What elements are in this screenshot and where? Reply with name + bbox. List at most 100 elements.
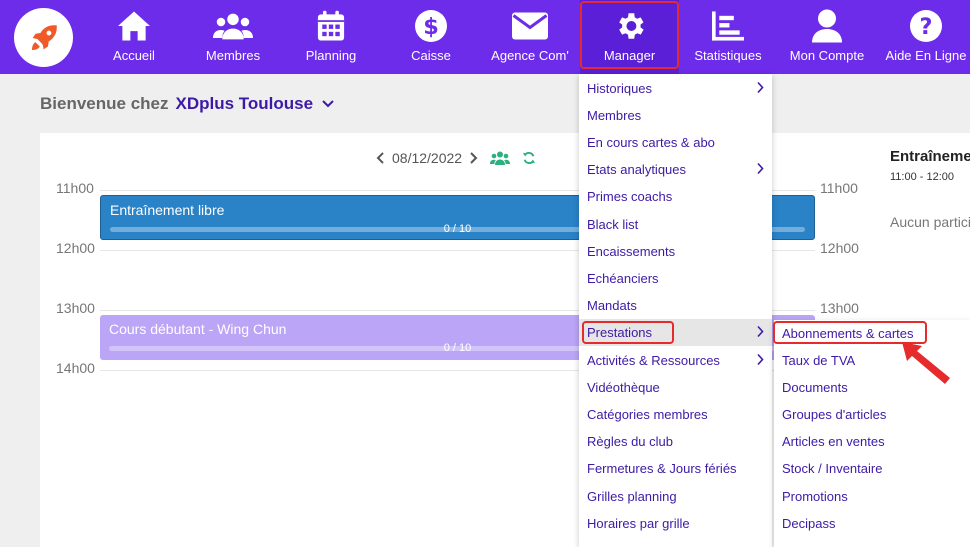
refresh-icon[interactable] bbox=[522, 151, 536, 165]
red-arrow-annotation-icon bbox=[902, 342, 950, 384]
menu-item-historiques[interactable]: Historiques bbox=[579, 75, 772, 102]
manager-highlight-box bbox=[580, 1, 679, 69]
nav-planning[interactable]: Planning bbox=[300, 0, 362, 74]
submenu-item-label: Promotions bbox=[782, 489, 848, 504]
time-label: 14h00 bbox=[56, 360, 95, 376]
calendar-icon bbox=[311, 6, 351, 46]
menu-item-label: Règles du club bbox=[587, 434, 673, 449]
menu-item-label: Membres bbox=[587, 108, 642, 123]
nav-label: Statistiques bbox=[694, 48, 762, 63]
menu-item-black-list[interactable]: Black list bbox=[579, 211, 772, 238]
top-navigation: Accueil Membres Planning $ Caisse Agence… bbox=[0, 0, 970, 74]
chevron-right-icon bbox=[757, 162, 764, 175]
nav-membres[interactable]: Membres bbox=[198, 0, 268, 74]
time-label: 11h00 bbox=[820, 180, 858, 196]
menu-item-mandats[interactable]: Mandats bbox=[579, 292, 772, 319]
menu-item-activites-ressources[interactable]: Activités & Ressources bbox=[579, 347, 772, 374]
menu-item-label: Vidéothèque bbox=[587, 380, 660, 395]
nav-label: Planning bbox=[305, 48, 357, 63]
members-icon bbox=[213, 6, 253, 46]
chevron-down-icon[interactable] bbox=[321, 99, 335, 109]
nav-label: Aide En Ligne bbox=[885, 48, 967, 63]
submenu-item-label: Taux de TVA bbox=[782, 353, 856, 368]
menu-item-encaissements[interactable]: Encaissements bbox=[579, 238, 772, 265]
submenu-item-label: Documents bbox=[782, 380, 848, 395]
time-label: 13h00 bbox=[56, 300, 95, 316]
chevron-right-icon[interactable] bbox=[468, 151, 478, 165]
menu-item-label: Echéanciers bbox=[587, 271, 659, 286]
submenu-item-articles-en-ventes[interactable]: Articles en ventes bbox=[774, 428, 970, 455]
nav-aide-en-ligne[interactable]: ? Aide En Ligne bbox=[885, 0, 967, 74]
user-icon bbox=[807, 6, 847, 46]
nav-caisse[interactable]: $ Caisse bbox=[400, 0, 462, 74]
submenu-item-stock-inventaire[interactable]: Stock / Inventaire bbox=[774, 455, 970, 482]
submenu-item-decipass[interactable]: Decipass bbox=[774, 510, 970, 537]
time-label: 13h00 bbox=[820, 300, 859, 316]
rocket-icon bbox=[31, 24, 57, 50]
chevron-left-icon[interactable] bbox=[376, 151, 386, 165]
time-label: 11h00 bbox=[56, 180, 94, 196]
menu-item-horaires-par-grille[interactable]: Horaires par grille bbox=[579, 510, 772, 537]
menu-item-label: Grilles planning bbox=[587, 489, 677, 504]
menu-item-echeanciers[interactable]: Echéanciers bbox=[579, 265, 772, 292]
help-icon: ? bbox=[906, 6, 946, 46]
side-event-title: Entraînement bbox=[890, 148, 970, 165]
menu-item-videotheque[interactable]: Vidéothèque bbox=[579, 374, 772, 401]
chevron-right-icon bbox=[757, 325, 764, 338]
group-icon[interactable] bbox=[490, 151, 511, 165]
chart-icon bbox=[708, 6, 748, 46]
club-selector[interactable]: XDplus Toulouse bbox=[176, 94, 314, 114]
menu-item-label: Etats analytiques bbox=[587, 162, 687, 177]
svg-text:?: ? bbox=[920, 14, 933, 40]
menu-item-label: Activités & Ressources bbox=[587, 353, 720, 368]
menu-item-label: Catégories membres bbox=[587, 407, 708, 422]
submenu-item-label: Groupes d'articles bbox=[782, 407, 887, 422]
menu-item-membres[interactable]: Membres bbox=[579, 102, 772, 129]
menu-item-label: En cours cartes & abo bbox=[587, 135, 715, 150]
prestations-highlight-box bbox=[582, 321, 674, 344]
nav-agence-com[interactable]: Agence Com' bbox=[487, 0, 573, 74]
menu-item-label: Horaires par grille bbox=[587, 516, 690, 531]
nav-label: Membres bbox=[205, 48, 261, 63]
svg-text:$: $ bbox=[423, 14, 439, 40]
time-label: 12h00 bbox=[820, 240, 859, 256]
nav-label: Mon Compte bbox=[789, 48, 865, 63]
menu-item-label: Primes coachs bbox=[587, 189, 673, 204]
chevron-right-icon bbox=[757, 81, 764, 94]
dollar-icon: $ bbox=[411, 6, 451, 46]
menu-item-regles-du-club[interactable]: Règles du club bbox=[579, 428, 772, 455]
time-label: 12h00 bbox=[56, 240, 95, 256]
date-navigator: 08/12/2022 bbox=[376, 150, 536, 166]
logo[interactable] bbox=[14, 8, 73, 67]
side-no-participant: Aucun participant bbox=[890, 214, 970, 230]
current-date[interactable]: 08/12/2022 bbox=[392, 150, 462, 166]
manager-dropdown-menu: Historiques Membres En cours cartes & ab… bbox=[579, 74, 772, 547]
nav-statistiques[interactable]: Statistiques bbox=[692, 0, 764, 74]
home-icon bbox=[114, 6, 154, 46]
menu-item-categories-membres[interactable]: Catégories membres bbox=[579, 401, 772, 428]
menu-item-grilles-planning[interactable]: Grilles planning bbox=[579, 483, 772, 510]
menu-item-fermetures[interactable]: Fermetures & Jours fériés bbox=[579, 455, 772, 482]
event-title: Entraînement libre bbox=[110, 202, 225, 218]
nav-mon-compte[interactable]: Mon Compte bbox=[788, 0, 866, 74]
nav-label: Caisse bbox=[411, 48, 451, 63]
menu-item-etats-analytiques[interactable]: Etats analytiques bbox=[579, 156, 772, 183]
menu-item-en-cours-cartes[interactable]: En cours cartes & abo bbox=[579, 129, 772, 156]
event-title: Cours débutant - Wing Chun bbox=[109, 321, 287, 337]
menu-item-primes-coachs[interactable]: Primes coachs bbox=[579, 183, 772, 210]
nav-label: Agence Com' bbox=[491, 48, 569, 63]
submenu-item-promotions[interactable]: Promotions bbox=[774, 483, 970, 510]
welcome-prefix: Bienvenue chez bbox=[40, 94, 169, 113]
submenu-item-label: Articles en ventes bbox=[782, 434, 885, 449]
nav-label: Accueil bbox=[113, 48, 155, 63]
chevron-right-icon bbox=[757, 353, 764, 366]
nav-accueil[interactable]: Accueil bbox=[103, 0, 165, 74]
menu-item-label: Mandats bbox=[587, 298, 637, 313]
submenu-item-label: Decipass bbox=[782, 516, 836, 531]
menu-item-label: Encaissements bbox=[587, 244, 676, 259]
mail-icon bbox=[510, 6, 550, 46]
submenu-item-groupes-articles[interactable]: Groupes d'articles bbox=[774, 401, 970, 428]
menu-item-label: Historiques bbox=[587, 81, 653, 96]
submenu-item-label: Stock / Inventaire bbox=[782, 461, 883, 476]
welcome-heading: Bienvenue chez XDplus Toulouse bbox=[40, 94, 335, 114]
